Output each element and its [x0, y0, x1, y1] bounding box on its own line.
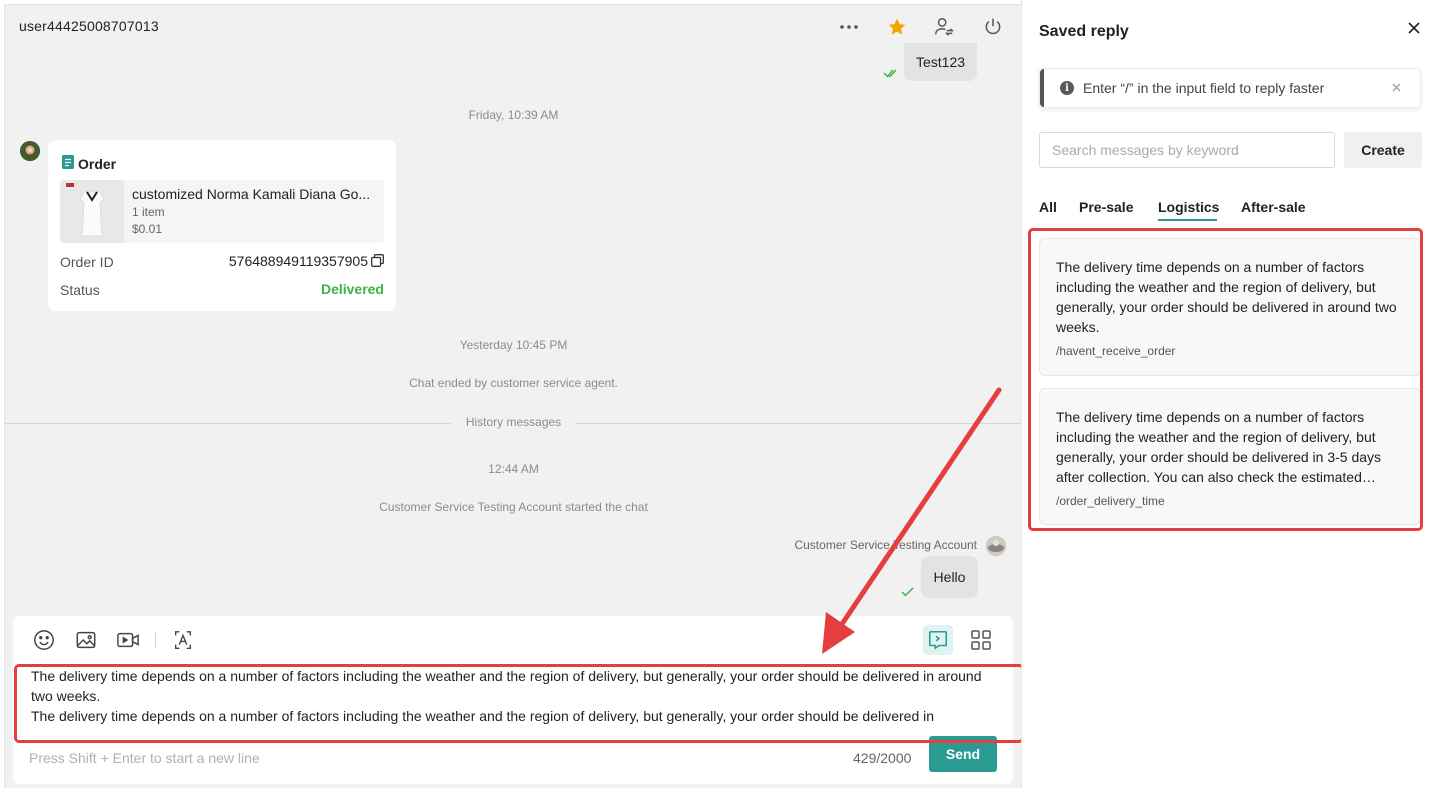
message-bubble-hello: Hello [921, 556, 978, 598]
timestamp: Friday, 10:39 AM [468, 108, 559, 122]
history-label: History messages [5, 415, 1022, 429]
grid-icon[interactable] [969, 628, 993, 652]
order-price: $0.01 [132, 222, 163, 236]
message-input[interactable]: The delivery time depends on a number of… [31, 666, 991, 738]
saved-reply-card[interactable]: The delivery time depends on a number of… [1039, 388, 1421, 525]
agent-name: Customer Service Testing Account [794, 538, 977, 552]
saved-reply-icon[interactable] [923, 625, 953, 655]
order-id-label: Order ID [60, 254, 114, 270]
chat-panel: user44425008707013 Test123 Friday, 10:39… [4, 4, 1022, 788]
message-text: Test123 [916, 54, 966, 70]
tip-text: Enter “/” in the input field to reply fa… [1083, 80, 1325, 96]
info-icon: i [1060, 81, 1074, 95]
message-text: Hello [933, 569, 966, 585]
tab-all[interactable]: All [1039, 199, 1057, 215]
transfer-user-icon[interactable] [932, 15, 956, 39]
close-icon[interactable] [1404, 18, 1424, 38]
timestamp: Yesterday 10:45 PM [459, 338, 568, 352]
panel-title: Saved reply [1039, 23, 1129, 40]
order-status-label: Status [60, 282, 100, 298]
image-icon[interactable] [74, 628, 98, 652]
toolbar-divider [155, 632, 156, 648]
order-title: Order [78, 156, 117, 172]
product-thumbnail [60, 180, 124, 243]
tab-logistics[interactable]: Logistics [1158, 199, 1219, 215]
star-icon[interactable] [885, 15, 909, 39]
document-icon [62, 155, 74, 169]
more-icon[interactable] [837, 15, 861, 39]
agent-avatar [986, 536, 1006, 556]
search-input[interactable] [1039, 132, 1335, 168]
tip-banner: i Enter “/” in the input field to reply … [1039, 68, 1421, 108]
tab-pre-sale[interactable]: Pre-sale [1079, 199, 1133, 215]
create-button[interactable]: Create [1344, 132, 1422, 168]
saved-reply-text: The delivery time depends on a number of… [1056, 259, 1397, 335]
copy-icon[interactable] [371, 254, 384, 267]
check-icon [901, 587, 914, 597]
order-product-name: customized Norma Kamali Diana Go... [132, 186, 371, 202]
active-tab-indicator [1158, 219, 1217, 221]
composer-hint: Press Shift + Enter to start a new line [29, 750, 260, 766]
double-check-icon [883, 69, 897, 78]
saved-reply-panel: Saved reply i Enter “/” in the input fie… [1021, 0, 1439, 788]
character-count: 429/2000 [853, 750, 912, 766]
order-product[interactable]: customized Norma Kamali Diana Go... 1 it… [60, 180, 384, 243]
system-message: Chat ended by customer service agent. [409, 376, 618, 390]
message-bubble-test: Test123 [904, 43, 978, 81]
customer-avatar [20, 141, 40, 161]
message-input-line: The delivery time depends on a number of… [31, 668, 982, 704]
saved-reply-text: The delivery time depends on a number of… [1056, 409, 1382, 485]
saved-reply-shortcut: /order_delivery_time [1056, 494, 1165, 508]
tip-accent-bar [1040, 69, 1044, 107]
translate-icon[interactable] [171, 628, 195, 652]
saved-reply-card[interactable]: The delivery time depends on a number of… [1039, 238, 1421, 376]
message-input-line: The delivery time depends on a number of… [31, 708, 935, 724]
chat-header: user44425008707013 [5, 5, 1021, 47]
emoji-icon[interactable] [32, 628, 56, 652]
saved-reply-shortcut: /havent_receive_order [1056, 344, 1176, 358]
timestamp: 12:44 AM [488, 462, 539, 476]
system-message: Customer Service Testing Account started… [379, 500, 648, 514]
send-button[interactable]: Send [929, 736, 997, 772]
close-icon[interactable] [1388, 79, 1404, 95]
order-quantity: 1 item [132, 205, 165, 219]
video-icon[interactable] [116, 628, 140, 652]
message-composer: The delivery time depends on a number of… [13, 616, 1013, 784]
order-id-value: 576488949119357905 [228, 253, 368, 269]
power-icon[interactable] [981, 15, 1005, 39]
tab-after-sale[interactable]: After-sale [1241, 199, 1306, 215]
order-card[interactable]: Order customized Norma Kamali Diana Go..… [48, 140, 396, 311]
chat-username: user44425008707013 [19, 18, 159, 34]
order-status-value: Delivered [320, 281, 384, 297]
